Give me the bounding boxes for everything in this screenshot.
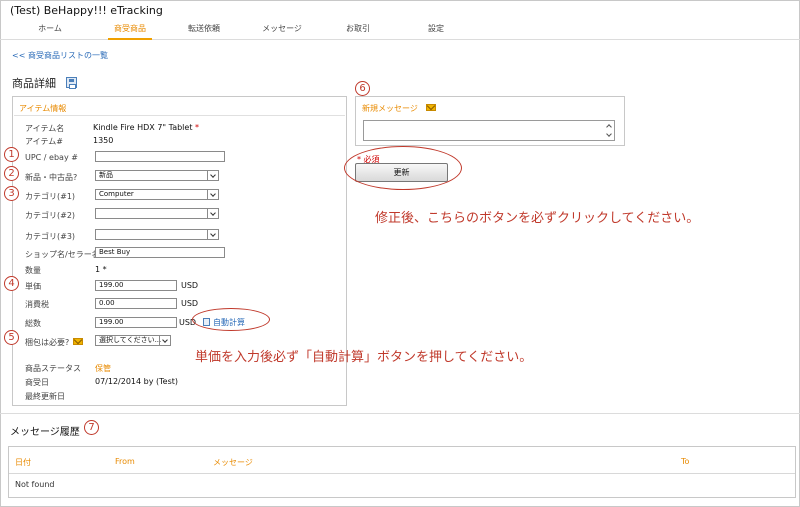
tax-currency: USD xyxy=(181,299,199,308)
annotation-note-autocalc: 単価を入力後必ず「自動計算」ボタンを押してください。 xyxy=(195,350,533,365)
category2-select[interactable] xyxy=(95,208,219,219)
upc-input[interactable] xyxy=(95,151,225,162)
chevron-down-icon xyxy=(159,336,170,345)
tab-messages[interactable]: メッセージ xyxy=(242,23,322,34)
quantity-label: 数量 xyxy=(25,266,41,275)
tax-input[interactable]: 0.00 xyxy=(95,298,177,309)
shop-label: ショップ名/セラー名 xyxy=(25,250,100,259)
upc-label: UPC / ebay # xyxy=(25,153,78,162)
annotation-marker-7: 7 xyxy=(84,420,99,435)
annotation-marker-1: 1 xyxy=(4,147,19,162)
panel-divider xyxy=(14,115,345,116)
packing-select[interactable]: 選択してください... xyxy=(95,335,171,346)
scroll-up-icon[interactable] xyxy=(606,123,612,129)
item-name-label: アイテム名 xyxy=(25,124,65,133)
column-date[interactable]: 日付 xyxy=(15,457,31,468)
section-divider xyxy=(0,413,800,414)
annotation-note-update: 修正後、こちらのボタンを必ずクリックしてください。 xyxy=(375,211,700,226)
category3-select[interactable] xyxy=(95,229,219,240)
annotation-marker-6: 6 xyxy=(355,81,370,96)
item-number-value: 1350 xyxy=(93,136,114,145)
auto-calc-highlight xyxy=(192,308,270,331)
item-info-header: アイテム情報 xyxy=(19,104,67,113)
chevron-down-icon xyxy=(207,171,218,180)
save-icon[interactable] xyxy=(66,77,77,89)
status-badge: 保管 xyxy=(95,364,111,373)
chevron-down-icon xyxy=(207,230,218,239)
mail-icon xyxy=(73,338,83,345)
unit-price-currency: USD xyxy=(181,281,199,290)
column-message[interactable]: メッセージ xyxy=(213,457,253,468)
last-updated-label: 最終更新日 xyxy=(25,392,65,401)
new-message-header: 新規メッセージ xyxy=(362,104,418,113)
shop-input[interactable]: Best Buy xyxy=(95,247,225,258)
new-message-panel: 新規メッセージ xyxy=(355,96,625,146)
app-title: (Test) BeHappy!!! eTracking xyxy=(10,4,163,17)
column-to[interactable]: To xyxy=(681,457,689,466)
item-name-value: Kindle Fire HDX 7" Tablet * xyxy=(93,123,200,132)
annotation-marker-2: 2 xyxy=(4,166,19,181)
message-history-table: 日付 From メッセージ To Not found xyxy=(8,446,796,498)
category1-label: カテゴリ(#1) xyxy=(25,192,76,201)
table-divider xyxy=(9,473,795,474)
received-date-value: 07/12/2014 by (Test) xyxy=(95,377,179,386)
tax-label: 消費税 xyxy=(25,300,49,309)
category1-select[interactable]: Computer xyxy=(95,189,219,200)
page-title: 商品詳細 xyxy=(12,77,56,90)
chevron-down-icon xyxy=(207,209,218,218)
annotation-marker-4: 4 xyxy=(4,276,19,291)
status-label: 商品ステータス xyxy=(25,364,81,373)
condition-label: 新品・中古品? xyxy=(25,173,78,182)
condition-select[interactable]: 新品 xyxy=(95,170,219,181)
table-empty-row: Not found xyxy=(15,480,55,489)
quantity-value: 1 * xyxy=(95,265,107,274)
unit-price-input[interactable]: 199.00 xyxy=(95,280,177,291)
mail-icon xyxy=(426,104,436,111)
total-label: 総数 xyxy=(25,319,41,328)
tab-home[interactable]: ホーム xyxy=(10,23,90,34)
packing-label: 梱包は必要? xyxy=(25,338,70,347)
tab-forwarding[interactable]: 転送依頼 xyxy=(164,23,244,34)
new-message-input[interactable] xyxy=(363,120,615,141)
chevron-down-icon xyxy=(207,190,218,199)
total-input[interactable]: 199.00 xyxy=(95,317,177,328)
scroll-down-icon[interactable] xyxy=(606,132,612,138)
column-from[interactable]: From xyxy=(115,457,135,466)
category3-label: カテゴリ(#3) xyxy=(25,232,76,241)
message-history-title: メッセージ履歴 xyxy=(10,427,80,438)
tab-settings[interactable]: 設定 xyxy=(396,23,476,34)
back-to-list-link[interactable]: << 商受商品リストの一覧 xyxy=(12,50,108,61)
unit-price-label: 単価 xyxy=(25,282,41,291)
main-nav: ホーム 商受商品 転送依頼 メッセージ お取引 設定 xyxy=(0,18,800,40)
update-button-highlight xyxy=(344,146,462,190)
category2-label: カテゴリ(#2) xyxy=(25,211,76,220)
tab-transactions[interactable]: お取引 xyxy=(318,23,398,34)
annotation-marker-5: 5 xyxy=(4,330,19,345)
tab-received-items[interactable]: 商受商品 xyxy=(90,23,170,34)
active-tab-indicator xyxy=(108,38,152,40)
received-date-label: 商受日 xyxy=(25,378,49,387)
item-number-label: アイテム# xyxy=(25,137,63,146)
annotation-marker-3: 3 xyxy=(4,186,19,201)
